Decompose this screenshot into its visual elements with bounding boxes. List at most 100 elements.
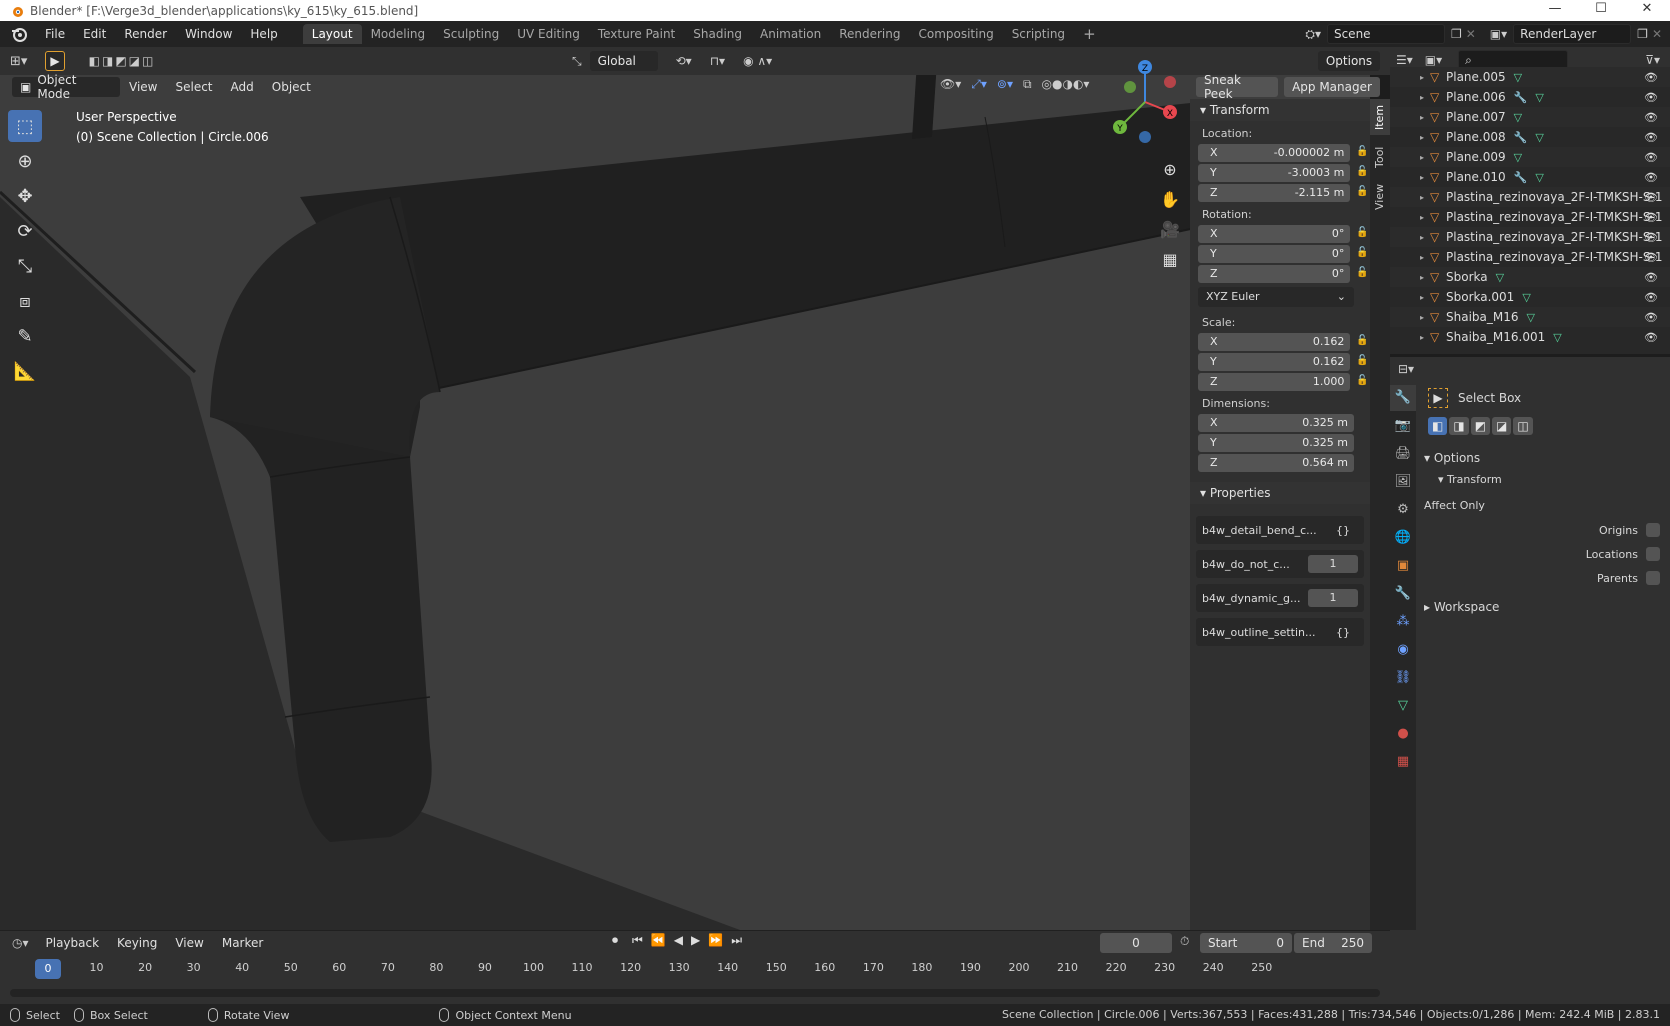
mode-invert-icon[interactable]: ◪: [1492, 417, 1512, 435]
lock-icon[interactable]: 🔓: [1356, 335, 1370, 349]
timeline-menu-marker[interactable]: Marker: [213, 930, 272, 956]
outliner-row[interactable]: ▸ ▽ Plane.008 🔧 ▽ 👁: [1390, 127, 1670, 147]
menu-file[interactable]: File: [36, 21, 74, 47]
world-tab-icon[interactable]: 🌐: [1390, 525, 1416, 551]
xray-icon[interactable]: ⧉: [1023, 77, 1032, 92]
tab-view[interactable]: View: [1370, 179, 1390, 215]
end-frame-field[interactable]: End 250: [1294, 933, 1372, 953]
delete-layer-icon[interactable]: ✕: [1652, 27, 1662, 41]
scale-x-field[interactable]: X 0.162: [1198, 332, 1351, 351]
modifier-icon[interactable]: 🔧: [1514, 171, 1528, 184]
constraints-tab-icon[interactable]: ⛓: [1390, 665, 1416, 691]
origins-checkbox[interactable]: [1646, 523, 1660, 537]
outliner-row[interactable]: ▸ ▽ Sborka.001 ▽ 👁: [1390, 287, 1670, 307]
delete-scene-icon[interactable]: ✕: [1466, 27, 1476, 41]
workspace-section-header[interactable]: ▸ Workspace: [1424, 596, 1670, 618]
mesh-data-icon[interactable]: ▽: [1535, 91, 1543, 104]
property-value[interactable]: {}: [1328, 626, 1358, 639]
lock-icon[interactable]: 🔓: [1356, 267, 1370, 281]
proportional-edit-icon[interactable]: ◉ ∧▾: [743, 54, 772, 68]
modifier-tab-icon[interactable]: 🔧: [1390, 581, 1416, 607]
object-tab-icon[interactable]: ▣: [1390, 553, 1416, 579]
options-dropdown[interactable]: Options: [1318, 51, 1380, 71]
mesh-data-icon[interactable]: ▽: [1535, 131, 1543, 144]
custom-property-row[interactable]: b4w_do_not_c... 1: [1196, 550, 1364, 578]
minimize-button[interactable]: —: [1532, 0, 1578, 21]
mesh-data-icon[interactable]: ▽: [1514, 151, 1522, 164]
expand-arrow-icon[interactable]: ▸: [1420, 173, 1430, 182]
tab-scripting[interactable]: Scripting: [1003, 24, 1074, 44]
visibility-eye-icon[interactable]: 👁: [1644, 151, 1658, 164]
tab-layout[interactable]: Layout: [302, 24, 362, 44]
editor-type-icon[interactable]: ⊞▾: [10, 54, 27, 69]
new-scene-icon[interactable]: ❐: [1451, 27, 1462, 41]
expand-arrow-icon[interactable]: ▸: [1420, 293, 1430, 302]
expand-arrow-icon[interactable]: ▸: [1420, 73, 1430, 82]
visibility-eye-icon[interactable]: 👁: [1644, 271, 1658, 284]
outliner-row[interactable]: ▸ ▽ Plane.007 ▽ 👁: [1390, 107, 1670, 127]
display-mode-icon[interactable]: ▣▾: [1425, 53, 1442, 67]
mesh-data-icon[interactable]: ▽: [1527, 311, 1535, 324]
rotation-x-field[interactable]: X 0°: [1198, 224, 1351, 243]
rotation-z-field[interactable]: Z 0°: [1198, 264, 1351, 283]
viewport-menu-add[interactable]: Add: [222, 74, 263, 100]
expand-arrow-icon[interactable]: ▸: [1420, 113, 1430, 122]
outliner-row[interactable]: ▸ ▽ Shaiba_M16 ▽ 👁: [1390, 307, 1670, 327]
tab-uv-editing[interactable]: UV Editing: [508, 24, 589, 44]
blender-menu-icon[interactable]: [10, 25, 28, 43]
annotate-tool-icon[interactable]: ✎: [8, 320, 42, 352]
sneak-peek-button[interactable]: Sneak Peek: [1196, 73, 1278, 101]
custom-property-row[interactable]: b4w_detail_bend_c... {}: [1196, 516, 1364, 544]
lock-icon[interactable]: 🔓: [1356, 247, 1370, 261]
jump-start-icon[interactable]: ⏮: [632, 933, 643, 948]
locations-checkbox[interactable]: [1646, 547, 1660, 561]
tab-item[interactable]: Item: [1370, 99, 1390, 135]
current-frame-field[interactable]: 0: [1100, 933, 1172, 953]
outliner-item-name[interactable]: Sborka.001: [1446, 290, 1514, 304]
outliner-item-name[interactable]: Shaiba_M16: [1446, 310, 1519, 324]
location-x-field[interactable]: X -0.000002 m: [1198, 143, 1351, 162]
record-icon[interactable]: ⏺: [612, 933, 618, 948]
viewport-menu-select[interactable]: Select: [166, 74, 221, 100]
zoom-icon[interactable]: ⊕: [1155, 155, 1185, 185]
outliner-item-name[interactable]: Plastina_rezinovaya_2F-I-TMKSH-S-1: [1446, 190, 1662, 204]
dimensions-y-field[interactable]: Y 0.325 m: [1198, 433, 1354, 452]
property-value[interactable]: 1: [1308, 589, 1358, 607]
timeline-menu-keying[interactable]: Keying: [108, 930, 166, 956]
lock-icon[interactable]: 🔓: [1356, 355, 1370, 369]
outliner-row[interactable]: ▸ ▽ Sborka ▽ 👁: [1390, 267, 1670, 287]
outliner-row[interactable]: ▸ ▽ Plane.006 🔧 ▽ 👁: [1390, 87, 1670, 107]
parents-checkbox[interactable]: [1646, 571, 1660, 585]
custom-property-row[interactable]: b4w_dynamic_g... 1: [1196, 584, 1364, 612]
timeline-menu-playback[interactable]: Playback: [37, 930, 109, 956]
new-layer-icon[interactable]: ❐: [1637, 27, 1648, 41]
property-value[interactable]: {}: [1328, 524, 1358, 537]
outliner-item-name[interactable]: Shaiba_M16.001: [1446, 330, 1545, 344]
scale-z-field[interactable]: Z 1.000: [1198, 372, 1351, 391]
maximize-button[interactable]: ☐: [1578, 0, 1624, 21]
outliner-item-name[interactable]: Plastina_rezinovaya_2F-I-TMKSH-S-1: [1446, 250, 1662, 264]
visibility-icon[interactable]: 👁▾: [940, 77, 961, 92]
outliner-row[interactable]: ▸ ▽ Plastina_rezinovaya_2F-I-TMKSH-S-1 👁: [1390, 187, 1670, 207]
expand-arrow-icon[interactable]: ▸: [1420, 233, 1430, 242]
view-layer-tab-icon[interactable]: 🖼: [1390, 469, 1416, 495]
navigation-gizmo[interactable]: Z X Y: [1100, 57, 1190, 147]
select-tool-icon[interactable]: ▶: [45, 51, 65, 71]
properties-editor-icon[interactable]: ⊟▾: [1398, 362, 1414, 376]
rotation-y-field[interactable]: Y 0°: [1198, 244, 1351, 263]
expand-arrow-icon[interactable]: ▸: [1420, 333, 1430, 342]
scene-icon[interactable]: ⛭▾: [1305, 27, 1321, 42]
measure-tool-icon[interactable]: 📐: [8, 355, 42, 387]
mode-subtract-icon[interactable]: ◩: [1470, 417, 1491, 435]
mesh-data-icon[interactable]: ▽: [1514, 71, 1522, 84]
texture-tab-icon[interactable]: ▦: [1390, 749, 1416, 775]
visibility-eye-icon[interactable]: 👁: [1644, 111, 1658, 124]
mesh-data-icon[interactable]: ▽: [1514, 111, 1522, 124]
tab-texture-paint[interactable]: Texture Paint: [589, 24, 684, 44]
render-tab-icon[interactable]: 📷: [1390, 413, 1416, 439]
jump-end-icon[interactable]: ⏭: [731, 933, 742, 948]
camera-view-icon[interactable]: 🎥: [1155, 215, 1185, 245]
pivot-icon[interactable]: ⟲▾: [676, 54, 692, 68]
data-tab-icon[interactable]: ▽: [1390, 693, 1416, 719]
scale-y-field[interactable]: Y 0.162: [1198, 352, 1351, 371]
